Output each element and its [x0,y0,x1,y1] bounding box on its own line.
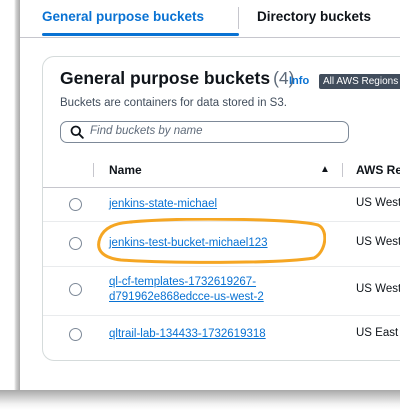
table-row: ql-cf-templates-1732619267- d791962e868e… [43,267,400,316]
bucket-name-line-1: ql-cf-templates-1732619267- [109,276,257,288]
column-divider [342,163,343,177]
container-title: General purpose buckets (4) [60,68,294,89]
info-link[interactable]: Info [289,75,309,87]
active-tab-indicator [42,33,239,36]
tab-general-purpose-buckets[interactable]: General purpose buckets [42,9,204,24]
bucket-name-link[interactable]: qltrail-lab-134433-1732619318 [109,327,266,342]
table-row: qltrail-lab-134433-1732619318 US East [43,316,400,352]
regions-badge: All AWS Regions [319,74,400,89]
bucket-region: US West [356,236,400,248]
column-divider [93,163,94,177]
container-title-text: General purpose buckets [60,68,271,88]
row-radio-button[interactable] [69,283,82,296]
sort-ascending-icon[interactable]: ▲ [320,164,330,175]
row-radio-button[interactable] [69,237,82,250]
bucket-region: US West [356,283,400,295]
bucket-region: US East [356,327,399,339]
bucket-name-link[interactable]: ql-cf-templates-1732619267- d791962e868e… [109,275,264,305]
column-header-aws-region[interactable]: AWS Re [356,163,400,177]
search-input[interactable]: Find buckets by name [60,121,349,143]
tab-directory-buckets[interactable]: Directory buckets [257,9,371,24]
screenshot-shadow-left [0,0,20,410]
search-icon [70,125,84,139]
screenshot-shadow-bottom [0,390,400,410]
search-placeholder: Find buckets by name [90,125,203,137]
bucket-name-link[interactable]: jenkins-state-michael [109,197,217,212]
bucket-name-link[interactable]: jenkins-test-bucket-michael123 [109,236,268,251]
tab-divider [238,7,239,29]
container-description: Buckets are containers for data stored i… [60,97,287,109]
bucket-name-line-2: d791962e868edcce-us-west-2 [109,291,264,303]
bucket-type-tabs: General purpose buckets Directory bucket… [20,0,400,38]
buckets-container: General purpose buckets (4) Info All AWS … [42,56,400,361]
table-row: jenkins-test-bucket-michael123 US West [43,222,400,267]
column-header-name[interactable]: Name [109,163,142,177]
bucket-region: US West [356,197,400,209]
s3-buckets-page: General purpose buckets Directory bucket… [20,0,400,390]
table-header: Name ▲ AWS Re [43,153,400,188]
table-row: jenkins-state-michael US West [43,188,400,222]
row-radio-button[interactable] [69,328,82,341]
row-radio-button[interactable] [69,198,82,211]
